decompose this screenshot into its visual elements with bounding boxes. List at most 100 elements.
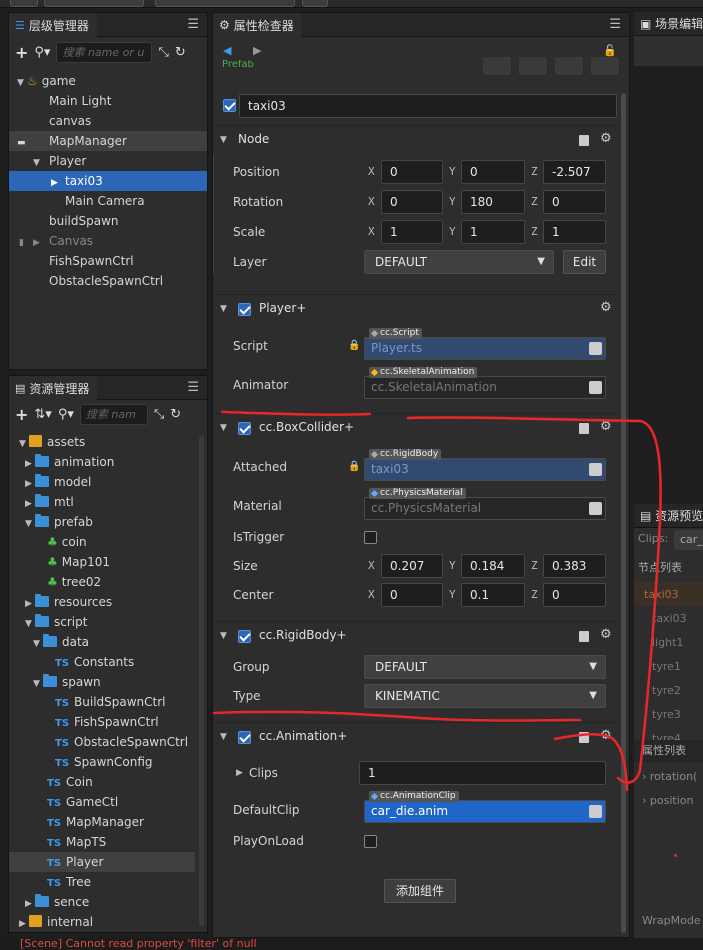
type-select[interactable]: KINEMATIC ▼: [364, 684, 606, 708]
tree-item-obstaclespawnctrl[interactable]: ObstacleSpawnCtrl: [9, 271, 207, 291]
asset-picker-icon[interactable]: [589, 342, 602, 355]
add-icon[interactable]: +: [15, 405, 28, 424]
help-book-icon[interactable]: [579, 631, 589, 642]
node-list-item[interactable]: tyre4: [652, 732, 681, 740]
node-active-checkbox[interactable]: [223, 99, 236, 112]
asset-item-mapmanager[interactable]: TS MapManager: [9, 812, 207, 832]
scene-viewport[interactable]: [634, 66, 703, 502]
center-x-input[interactable]: 0: [381, 583, 443, 607]
toolbar-button[interactable]: [155, 0, 295, 7]
prop-list-item[interactable]: › rotation(: [642, 770, 697, 783]
tab-inspector[interactable]: ⚙ 属性检查器: [213, 13, 302, 37]
asset-item-fishspawnctrl[interactable]: TS FishSpawnCtrl: [9, 712, 207, 732]
center-z-input[interactable]: 0: [543, 583, 606, 607]
expand-arrow-icon[interactable]: ▶: [25, 494, 35, 514]
tab-hierarchy[interactable]: ☰ 层级管理器: [9, 13, 97, 37]
prop-list-item[interactable]: › position: [642, 794, 693, 807]
tree-item-canvas-locked[interactable]: ▮ ▶ Canvas: [9, 231, 207, 251]
asset-item-spawnconfig[interactable]: TS SpawnConfig: [9, 752, 207, 772]
asset-item-coin-prefab[interactable]: ♣ coin: [9, 532, 207, 552]
help-book-icon[interactable]: [579, 732, 589, 743]
edit-layer-button[interactable]: Edit: [563, 250, 606, 274]
add-component-button[interactable]: 添加组件: [384, 879, 456, 903]
collapse-arrow-icon[interactable]: ▼: [220, 135, 227, 145]
clips-select[interactable]: car_: [674, 530, 703, 550]
component-settings-icon[interactable]: ⚙: [600, 419, 612, 434]
expand-arrow-icon[interactable]: ▶: [33, 233, 43, 253]
add-icon[interactable]: +: [15, 43, 28, 62]
asset-item-data[interactable]: ▼ data: [9, 632, 207, 652]
expand-arrow-icon[interactable]: ▶: [25, 474, 35, 494]
tree-item-main-camera[interactable]: Main Camera: [9, 191, 207, 211]
expand-arrow-icon[interactable]: ▼: [33, 153, 43, 173]
clips-count-input[interactable]: 1: [359, 761, 606, 785]
tree-item-canvas[interactable]: canvas: [9, 111, 207, 131]
animator-ref-field[interactable]: cc.SkeletalAnimation cc.SkeletalAnimatio…: [364, 367, 606, 399]
istrigger-checkbox[interactable]: [364, 531, 377, 544]
assets-scrollbar[interactable]: [199, 436, 204, 926]
asset-picker-icon[interactable]: [589, 502, 602, 515]
size-z-input[interactable]: 0.383: [543, 554, 606, 578]
node-list-item[interactable]: taxi03: [652, 612, 687, 625]
material-ref-field[interactable]: cc.PhysicsMaterial cc.PhysicsMaterial: [364, 488, 606, 520]
expand-arrow-icon[interactable]: ▶: [25, 454, 35, 474]
scale-y-input[interactable]: 1: [461, 220, 525, 244]
animation-component-header[interactable]: ▼ cc.Animation+ ⚙: [213, 722, 619, 750]
asset-item-mtl[interactable]: ▶ mtl: [9, 492, 207, 512]
position-y-input[interactable]: 0: [461, 160, 525, 184]
toolbar-button[interactable]: [302, 0, 328, 7]
collapse-icon[interactable]: ⤡: [154, 407, 164, 422]
collapse-arrow-icon[interactable]: ▼: [220, 732, 227, 742]
rotation-y-input[interactable]: 180: [461, 190, 525, 214]
tree-item-main-light[interactable]: Main Light: [9, 91, 207, 111]
asset-item-prefab[interactable]: ▼ prefab: [9, 512, 207, 532]
expand-arrow-icon[interactable]: ▼: [19, 434, 29, 454]
boxcollider-enabled-checkbox[interactable]: [238, 422, 251, 435]
node-list-item[interactable]: tyre3: [652, 708, 681, 721]
expand-arrow-icon[interactable]: ▶: [19, 914, 29, 932]
back-arrow-icon[interactable]: ◀: [223, 44, 231, 57]
asset-item-gamectl[interactable]: TS GameCtl: [9, 792, 207, 812]
inspector-scrollbar[interactable]: [621, 93, 626, 933]
search-type-icon[interactable]: ⚲▾: [34, 45, 50, 60]
node-list-item[interactable]: taxi03: [644, 588, 679, 601]
asset-item-buildspawnctrl[interactable]: TS BuildSpawnCtrl: [9, 692, 207, 712]
asset-item-coin[interactable]: TS Coin: [9, 772, 207, 792]
asset-item-script[interactable]: ▼ script: [9, 612, 207, 632]
asset-picker-icon[interactable]: [589, 805, 602, 818]
asset-item-model[interactable]: ▶ model: [9, 472, 207, 492]
script-ref-field[interactable]: cc.Script Player.ts: [364, 328, 606, 360]
prefab-button[interactable]: [519, 57, 547, 75]
menu-icon[interactable]: ☰: [609, 17, 621, 32]
expand-arrow-icon[interactable]: ▶: [236, 768, 243, 778]
component-settings-icon[interactable]: ⚙: [600, 627, 612, 642]
lock-icon[interactable]: ▬: [17, 133, 49, 153]
expand-arrow-icon[interactable]: ▼: [25, 614, 35, 634]
lock-icon[interactable]: ▮: [19, 233, 33, 253]
asset-item-constants[interactable]: TS Constants: [9, 652, 207, 672]
prefab-button[interactable]: [591, 57, 619, 75]
tree-item-game[interactable]: ▼ ♨ game: [9, 71, 207, 91]
preview-tab[interactable]: ▤ 资源预览: [634, 504, 703, 528]
node-component-header[interactable]: ▼ Node ⚙: [213, 125, 619, 153]
asset-item-resources[interactable]: ▶ resources: [9, 592, 207, 612]
node-name-input[interactable]: taxi03: [239, 94, 617, 118]
group-select[interactable]: DEFAULT ▼: [364, 655, 606, 679]
asset-item-tree[interactable]: TS Tree: [9, 872, 207, 892]
refresh-icon[interactable]: ↻: [175, 45, 186, 60]
scale-x-input[interactable]: 1: [381, 220, 443, 244]
asset-item-internal[interactable]: ▶ internal: [9, 912, 207, 932]
player-enabled-checkbox[interactable]: [238, 303, 251, 316]
forward-arrow-icon[interactable]: ▶: [253, 44, 261, 57]
help-book-icon[interactable]: [579, 423, 589, 434]
prefab-button[interactable]: [483, 57, 511, 75]
tree-item-buildspawn[interactable]: buildSpawn: [9, 211, 207, 231]
refresh-icon[interactable]: ↻: [170, 407, 181, 422]
asset-item-player[interactable]: TS Player: [9, 852, 195, 872]
playonload-checkbox[interactable]: [364, 835, 377, 848]
collapse-arrow-icon[interactable]: ▼: [220, 423, 227, 433]
rotation-z-input[interactable]: 0: [543, 190, 606, 214]
defaultclip-ref-field[interactable]: cc.AnimationClip car_die.anim: [364, 791, 606, 823]
menu-icon[interactable]: ☰: [187, 380, 199, 395]
rigidbody-component-header[interactable]: ▼ cc.RigidBody+ ⚙: [213, 621, 619, 649]
